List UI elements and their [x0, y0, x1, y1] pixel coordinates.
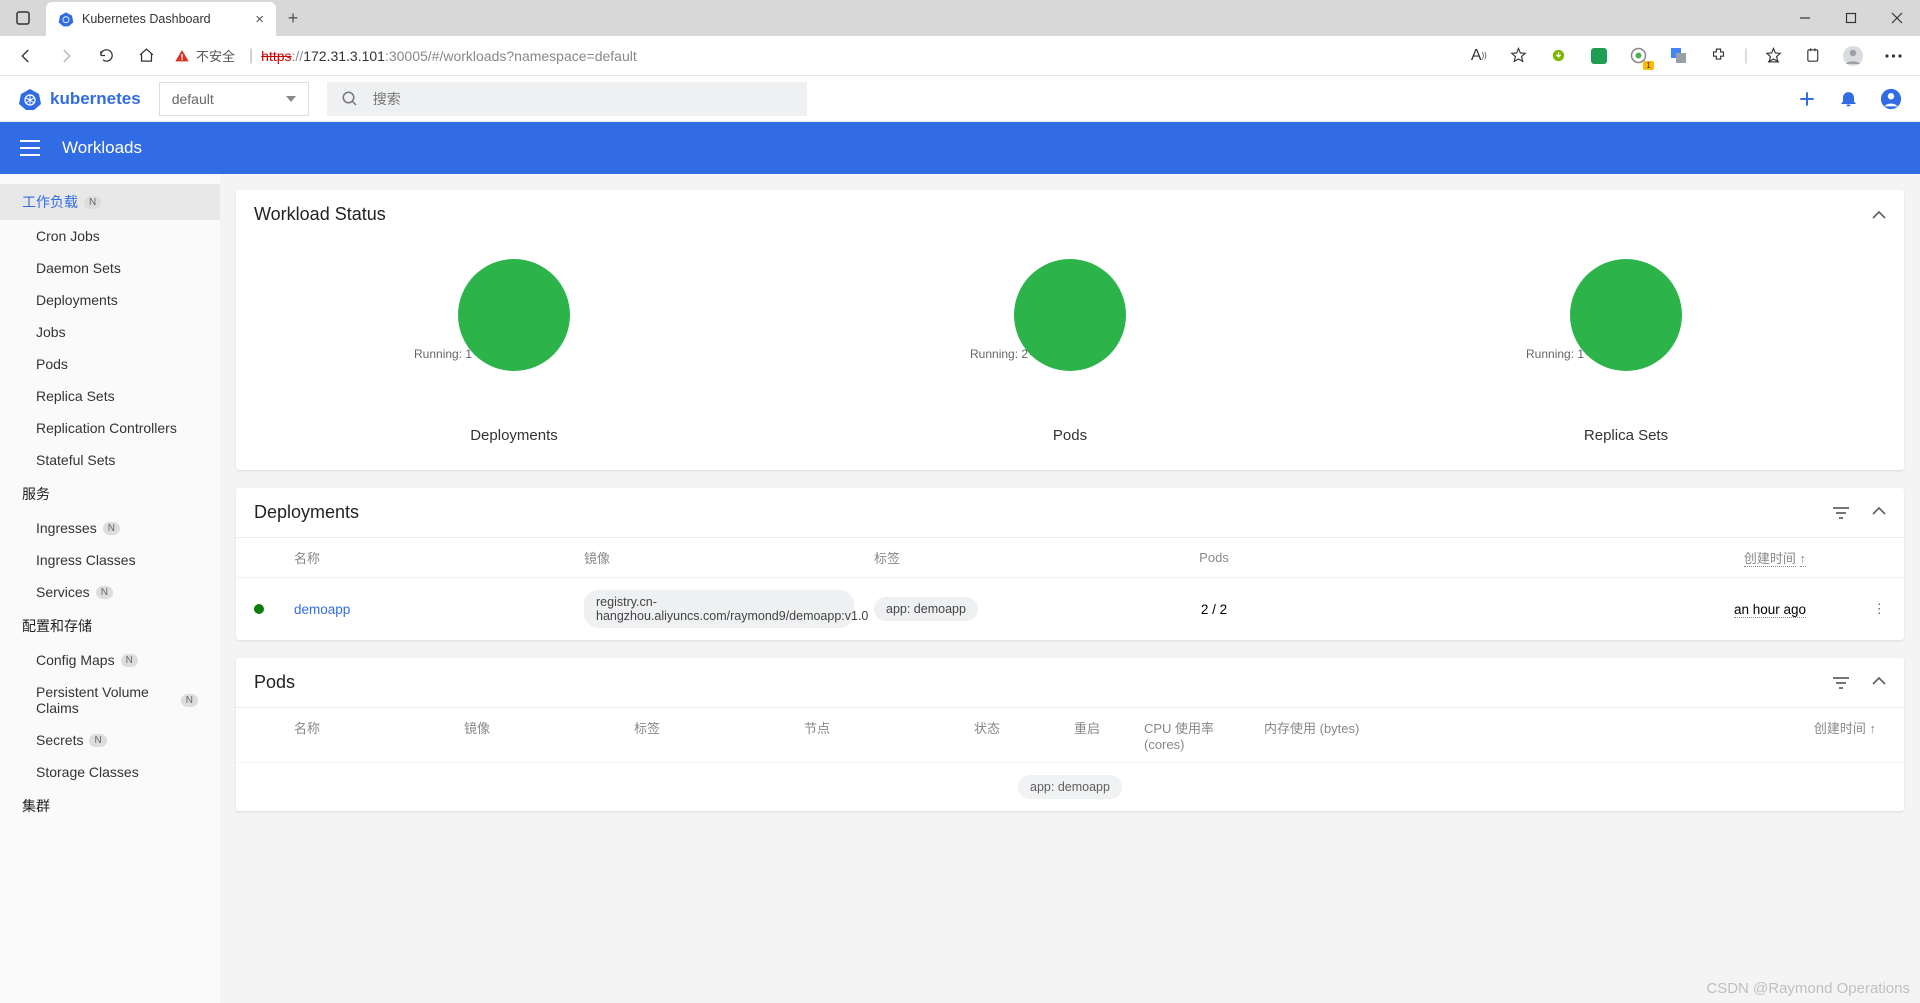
card-title: Deployments: [254, 502, 359, 523]
window-minimize-button[interactable]: [1782, 0, 1828, 36]
tab-close-icon[interactable]: ×: [255, 11, 264, 28]
collapse-icon[interactable]: [1872, 210, 1886, 220]
window-maximize-button[interactable]: [1828, 0, 1874, 36]
extensions-icon[interactable]: [1700, 38, 1738, 74]
back-button[interactable]: [8, 38, 44, 74]
sidebar-group-config: 配置和存储: [0, 608, 220, 644]
user-account-icon[interactable]: [1880, 88, 1902, 110]
menu-hamburger-icon[interactable]: [20, 140, 40, 156]
table-row: demoapp registry.cn-hangzhou.aliyuncs.com…: [236, 577, 1904, 640]
window-close-button[interactable]: [1874, 0, 1920, 36]
sidebar-item[interactable]: Ingresses N: [0, 512, 220, 544]
pods-card: Pods 名称 镜像 标签 节点 状态 重启 CPU 使用率 (cores) 内…: [236, 658, 1904, 811]
collapse-icon[interactable]: [1872, 676, 1886, 686]
filter-icon[interactable]: [1832, 676, 1850, 690]
search-icon: [341, 90, 359, 108]
status-label: Running: 1: [1526, 347, 1642, 361]
translate-icon[interactable]: [1660, 38, 1698, 74]
favorite-icon[interactable]: [1500, 38, 1538, 74]
table-header: 名称 镜像 标签 节点 状态 重启 CPU 使用率 (cores) 内存使用 (…: [236, 707, 1904, 762]
sidebar-group-services: 服务: [0, 476, 220, 512]
status-dot-icon: [254, 604, 264, 614]
notifications-icon[interactable]: [1839, 89, 1858, 108]
namespace-value: default: [172, 91, 214, 107]
card-title: Workload Status: [254, 204, 386, 225]
sidebar-item[interactable]: Stateful Sets: [0, 444, 220, 476]
sidebar-item[interactable]: Config Maps N: [0, 644, 220, 676]
kubernetes-logo[interactable]: kubernetes: [18, 87, 141, 111]
tabs-overview-icon[interactable]: [0, 0, 46, 36]
browser-tab[interactable]: Kubernetes Dashboard ×: [46, 2, 276, 36]
sort-asc-icon[interactable]: ↑: [1800, 551, 1807, 567]
sidebar-item[interactable]: Replication Controllers: [0, 412, 220, 444]
sidebar-item[interactable]: Secrets N: [0, 724, 220, 756]
read-aloud-icon[interactable]: A)): [1460, 38, 1498, 74]
address-separator: |: [249, 47, 253, 65]
kubernetes-favicon-icon: [58, 11, 74, 27]
deployment-link[interactable]: demoapp: [294, 602, 350, 617]
search-box[interactable]: [327, 82, 807, 116]
security-warning[interactable]: 不安全: [174, 46, 235, 65]
home-button[interactable]: [128, 38, 164, 74]
brand-text: kubernetes: [50, 89, 141, 109]
table-row: app: demoapp: [236, 762, 1904, 811]
sidebar-item[interactable]: Cron Jobs: [0, 220, 220, 252]
sidebar-item[interactable]: Jobs: [0, 316, 220, 348]
sidebar-item[interactable]: Ingress Classes: [0, 544, 220, 576]
collections-icon[interactable]: [1794, 38, 1832, 74]
ext-circle-icon[interactable]: [1620, 38, 1658, 74]
ext-idm-icon[interactable]: [1540, 38, 1578, 74]
status-label: Running: 2: [970, 347, 1086, 361]
sidebar-item[interactable]: Deployments: [0, 284, 220, 316]
profile-icon[interactable]: [1834, 38, 1872, 74]
sidebar-group-cluster: 集群: [0, 788, 220, 824]
security-label: 不安全: [196, 46, 235, 65]
image-chip: registry.cn-hangzhou.aliyuncs.com/raymon…: [584, 590, 854, 628]
namespace-select[interactable]: default: [159, 82, 309, 116]
refresh-button[interactable]: [88, 38, 124, 74]
sidebar-item-workloads[interactable]: 工作负载N: [0, 184, 220, 220]
status-title: Deployments: [414, 427, 614, 444]
url-display[interactable]: https://172.31.3.101:30005/#/workloads?n…: [261, 48, 637, 64]
tab-title: Kubernetes Dashboard: [82, 12, 247, 26]
card-title: Pods: [254, 672, 295, 693]
workload-status-card: Workload Status Running: 1 Deployments Run…: [236, 190, 1904, 470]
deployments-card: Deployments 名称 镜像 标签 Pods 创建时间 ↑ demoapp…: [236, 488, 1904, 640]
new-tab-button[interactable]: +: [276, 1, 310, 35]
main-content: Workload Status Running: 1 Deployments Run…: [220, 174, 1920, 1003]
status-title: Pods: [970, 427, 1170, 444]
sidebar-item[interactable]: Pods: [0, 348, 220, 380]
label-chip: app: demoapp: [874, 597, 978, 621]
row-menu-icon[interactable]: ⋮: [1856, 601, 1886, 617]
status-title: Replica Sets: [1526, 427, 1726, 444]
sidebar-item[interactable]: Replica Sets: [0, 380, 220, 412]
sidebar-item[interactable]: Services N: [0, 576, 220, 608]
ext-green-icon[interactable]: [1580, 38, 1618, 74]
created-time: an hour ago: [1734, 602, 1806, 618]
breadcrumb: Workloads: [62, 138, 142, 158]
label-chip: app: demoapp: [1018, 775, 1122, 799]
warning-triangle-icon: [174, 48, 190, 64]
favorites-bar-icon[interactable]: [1754, 38, 1792, 74]
filter-icon[interactable]: [1832, 506, 1850, 520]
sidebar-item[interactable]: Daemon Sets: [0, 252, 220, 284]
status-label: Running: 1: [414, 347, 530, 361]
sort-asc-icon[interactable]: ↑: [1870, 721, 1877, 736]
search-input[interactable]: [373, 91, 793, 107]
table-header: 名称 镜像 标签 Pods 创建时间 ↑: [236, 537, 1904, 577]
n-badge: N: [84, 196, 101, 209]
more-menu-icon[interactable]: [1874, 38, 1912, 74]
sidebar-item[interactable]: Storage Classes: [0, 756, 220, 788]
sidebar: 工作负载N Cron JobsDaemon SetsDeploymentsJob…: [0, 174, 220, 1003]
sidebar-item[interactable]: Persistent Volume Claims N: [0, 676, 220, 724]
chevron-down-icon: [286, 96, 296, 102]
kubernetes-icon: [18, 87, 42, 111]
pods-count: 2 / 2: [1154, 602, 1274, 617]
collapse-icon[interactable]: [1872, 506, 1886, 516]
forward-button[interactable]: [48, 38, 84, 74]
create-button[interactable]: [1797, 89, 1817, 109]
